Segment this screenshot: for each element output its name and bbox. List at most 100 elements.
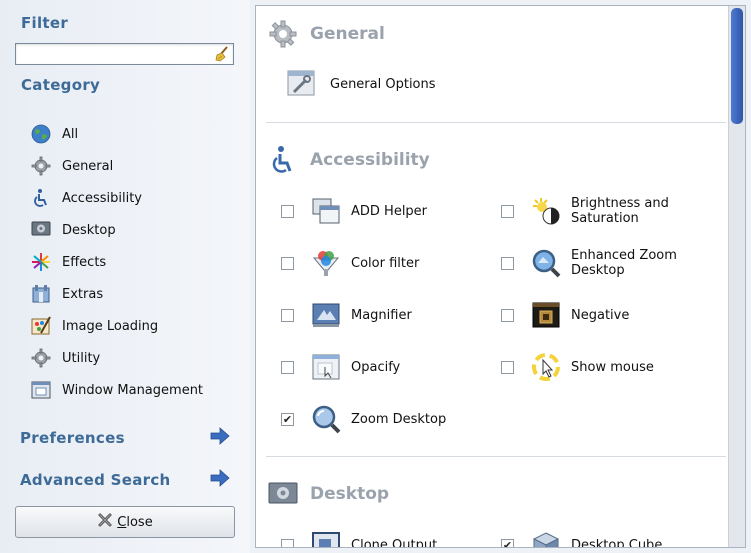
accessibility-icon — [30, 187, 52, 209]
preferences-label: Preferences — [20, 429, 125, 447]
plugin-show-mouse[interactable]: Show mouse — [501, 350, 654, 384]
plugin-label: Clone Output — [351, 537, 438, 548]
plugin-label: Negative — [571, 307, 630, 323]
show-mouse-icon — [530, 351, 562, 383]
plugin-list-panel[interactable]: General General Options Accessibility AD… — [255, 5, 746, 548]
plugin-checkbox[interactable] — [501, 204, 514, 218]
category-item-all[interactable]: All — [30, 118, 203, 150]
gear-icon — [268, 19, 298, 49]
plugin-enhanced-zoom-desktop[interactable]: Enhanced Zoom Desktop — [501, 246, 691, 280]
plugin-checkbox[interactable] — [281, 256, 294, 270]
plugin-magnifier[interactable]: Magnifier — [281, 298, 412, 332]
close-button[interactable]: Close — [15, 506, 235, 538]
globe-icon — [30, 123, 52, 145]
plugin-desktop-cube[interactable]: ✔ Desktop Cube — [501, 528, 663, 548]
category-item-image-loading[interactable]: Image Loading — [30, 310, 203, 342]
opacify-icon — [310, 351, 342, 383]
group-header-accessibility: Accessibility — [268, 144, 430, 176]
plugin-checkbox[interactable] — [501, 308, 514, 322]
arrow-right-icon — [210, 468, 230, 492]
preferences-link[interactable]: Preferences — [20, 426, 230, 450]
plugin-brightness-saturation[interactable]: Brightness and Saturation — [501, 194, 691, 228]
general-options-icon — [286, 68, 318, 100]
category-item-general[interactable]: General — [30, 150, 203, 182]
plugin-checkbox[interactable] — [281, 204, 294, 218]
plugin-label: Color filter — [351, 255, 420, 271]
category-label: Accessibility — [62, 190, 142, 206]
plugin-checkbox[interactable]: ✔ — [281, 412, 294, 426]
plugin-checkbox[interactable] — [501, 360, 514, 374]
plugin-label: Brightness and Saturation — [571, 196, 669, 226]
plugin-opacify[interactable]: Opacify — [281, 350, 400, 384]
sidebar: Filter Category All General Accessibilit… — [0, 0, 250, 553]
plugin-add-helper[interactable]: ADD Helper — [281, 194, 427, 228]
enhanced-zoom-icon — [530, 247, 562, 279]
desktop-cube-icon — [530, 529, 562, 547]
filter-input[interactable] — [16, 44, 206, 64]
plugin-negative[interactable]: Negative — [501, 298, 629, 332]
plugin-label: Opacify — [351, 359, 401, 375]
section-divider — [266, 456, 726, 457]
plugin-color-filter[interactable]: Color filter — [281, 246, 419, 280]
plugin-label: Enhanced Zoom Desktop — [571, 248, 677, 278]
plugin-zoom-desktop[interactable]: ✔ Zoom Desktop — [281, 402, 446, 436]
category-label: Image Loading — [62, 318, 159, 334]
color-filter-icon — [310, 247, 342, 279]
magnifier-icon — [310, 299, 342, 331]
plugin-label: Magnifier — [351, 307, 412, 323]
plugin-checkbox[interactable]: ✔ — [501, 538, 514, 547]
category-title: Category — [21, 76, 101, 94]
group-title: Accessibility — [310, 150, 430, 170]
category-item-extras[interactable]: Extras — [30, 278, 203, 310]
clear-filter-icon[interactable] — [214, 46, 230, 62]
plugin-label: Desktop Cube — [571, 537, 663, 548]
window-management-icon — [30, 379, 52, 401]
negative-icon — [530, 299, 562, 331]
group-header-general: General — [268, 18, 385, 50]
category-label: Extras — [62, 286, 104, 302]
category-label: Effects — [62, 254, 107, 270]
desktop-icon — [30, 219, 52, 241]
category-item-utility[interactable]: Utility — [30, 342, 203, 374]
brightness-icon — [530, 195, 562, 227]
plugin-checkbox[interactable] — [281, 538, 294, 547]
effects-icon — [30, 251, 52, 273]
gear-icon — [30, 155, 52, 177]
category-list: All General Accessibility Desktop Effect… — [30, 118, 203, 406]
section-divider — [266, 122, 726, 123]
category-label: Window Management — [62, 382, 204, 398]
image-loading-icon — [30, 315, 52, 337]
extras-icon — [30, 283, 52, 305]
filter-title: Filter — [21, 14, 69, 32]
category-label: Desktop — [62, 222, 116, 238]
category-item-accessibility[interactable]: Accessibility — [30, 182, 203, 214]
utility-icon — [30, 347, 52, 369]
close-icon — [97, 512, 113, 532]
plugin-checkbox[interactable] — [281, 360, 294, 374]
plugin-label: ADD Helper — [351, 203, 428, 219]
group-title: Desktop — [310, 484, 390, 504]
category-label: All — [62, 126, 79, 142]
filter-field[interactable] — [15, 43, 234, 65]
plugin-clone-output[interactable]: Clone Output — [281, 528, 438, 548]
clone-output-icon — [310, 529, 342, 547]
category-item-effects[interactable]: Effects — [30, 246, 203, 278]
group-title: General — [310, 24, 385, 44]
general-options-label: General Options — [330, 76, 436, 92]
category-label: General — [62, 158, 114, 174]
arrow-right-icon — [210, 426, 230, 450]
advanced-search-label: Advanced Search — [20, 471, 171, 489]
advanced-search-link[interactable]: Advanced Search — [20, 468, 230, 492]
category-item-window-management[interactable]: Window Management — [30, 374, 203, 406]
plugin-label: Show mouse — [571, 359, 654, 375]
close-mnemonic: C — [117, 514, 127, 530]
general-options-item[interactable]: General Options — [286, 68, 436, 100]
zoom-desktop-icon — [310, 403, 342, 435]
scrollbar-thumb[interactable] — [731, 8, 743, 124]
plugin-checkbox[interactable] — [281, 308, 294, 322]
plugin-label: Zoom Desktop — [351, 411, 447, 427]
add-helper-icon — [310, 195, 342, 227]
category-item-desktop[interactable]: Desktop — [30, 214, 203, 246]
plugin-checkbox[interactable] — [501, 256, 514, 270]
vertical-scrollbar[interactable] — [728, 6, 745, 547]
